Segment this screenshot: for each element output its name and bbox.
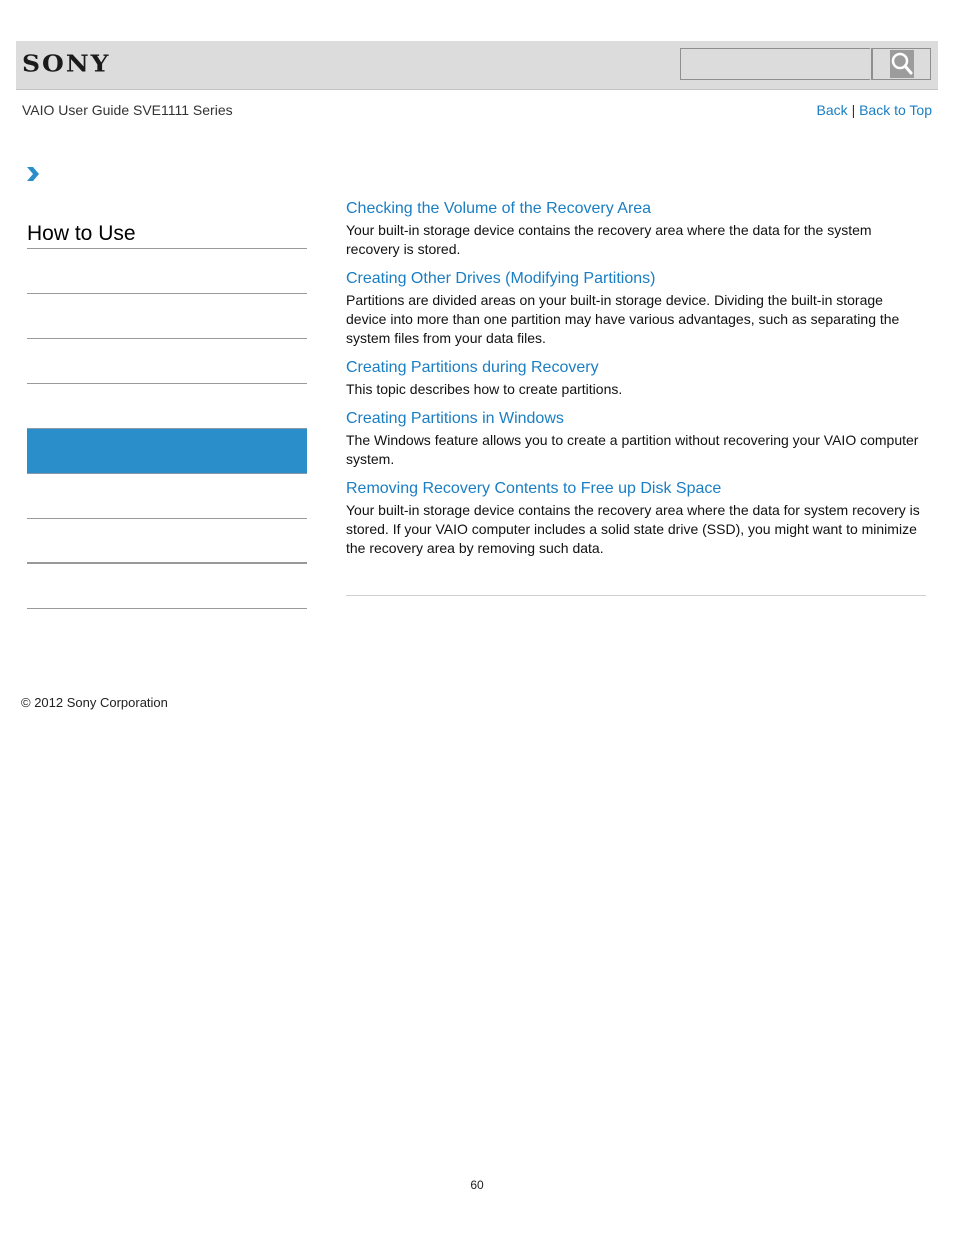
sidebar-item[interactable] [27,564,307,609]
back-link[interactable]: Back [817,102,848,118]
copyright: © 2012 Sony Corporation [21,695,168,710]
topic-item: Creating Partitions during Recovery This… [346,358,926,399]
topic-item: Removing Recovery Contents to Free up Di… [346,479,926,558]
topic-link[interactable]: Creating Partitions in Windows [346,409,926,429]
sidebar-item[interactable] [27,474,307,519]
topic-link[interactable]: Removing Recovery Contents to Free up Di… [346,479,926,499]
topic-item: Creating Other Drives (Modifying Partiti… [346,269,926,348]
topic-description: This topic describes how to create parti… [346,381,623,397]
guide-title: VAIO User Guide SVE1111 Series [22,102,233,118]
top-nav-links: Back | Back to Top [817,102,932,118]
search-button[interactable] [871,48,931,80]
topic-link[interactable]: Checking the Volume of the Recovery Area [346,199,926,219]
topic-description: Your built-in storage device contains th… [346,222,872,257]
sony-logo[interactable]: SONY [22,50,111,77]
topic-item: Creating Partitions in Windows The Windo… [346,409,926,469]
back-to-top-link[interactable]: Back to Top [859,102,932,118]
sidebar-item-active[interactable] [27,428,307,474]
sidebar-item[interactable] [27,339,307,384]
topic-item: Checking the Volume of the Recovery Area… [346,199,926,259]
sidebar: How to Use [27,204,307,609]
topic-list: Checking the Volume of the Recovery Area… [346,199,926,568]
topic-link[interactable]: Creating Partitions during Recovery [346,358,926,378]
topic-link[interactable]: Creating Other Drives (Modifying Partiti… [346,269,926,289]
topic-description: The Windows feature allows you to create… [346,432,919,467]
sidebar-heading: How to Use [27,204,307,249]
link-separator: | [851,102,856,118]
content-divider [346,595,926,596]
sidebar-item[interactable] [27,294,307,339]
search-icon [890,50,914,78]
sidebar-item[interactable] [27,384,307,429]
topic-description: Partitions are divided areas on your bui… [346,292,900,346]
header-bar: SONY [16,41,938,90]
page-number: 60 [470,1178,484,1192]
sidebar-item[interactable] [27,519,307,564]
sidebar-item[interactable] [27,249,307,294]
chevron-right-icon[interactable] [26,166,40,182]
search-input[interactable] [680,48,870,80]
topic-description: Your built-in storage device contains th… [346,502,920,556]
